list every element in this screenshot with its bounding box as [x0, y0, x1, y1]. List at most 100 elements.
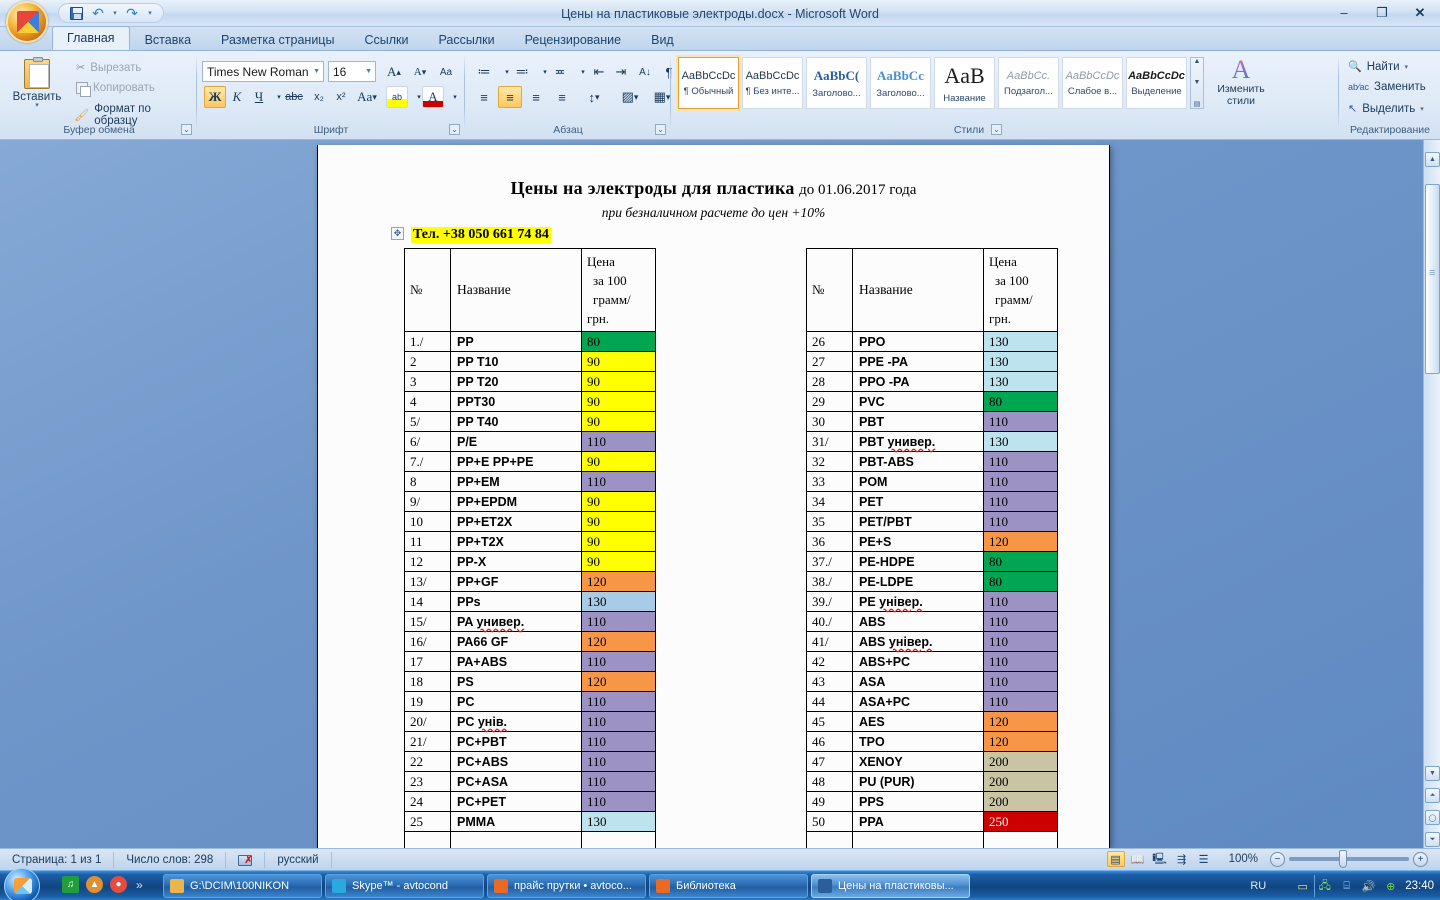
redo-button[interactable]: ↷	[123, 5, 141, 21]
style-subtitle[interactable]: AaBbCc. Подзагол...	[998, 57, 1059, 109]
table-row[interactable]: 50 PPA 250	[806, 811, 1058, 832]
align-right-button[interactable]: ≡	[524, 86, 548, 108]
borders-button[interactable]: ▦ ▾	[648, 86, 676, 108]
replace-button[interactable]: ab⁄ac Заменить	[1348, 81, 1426, 93]
table-row[interactable]: 4 PPT30 90	[404, 391, 656, 412]
tab-home[interactable]: Главная	[52, 26, 130, 50]
maximize-button[interactable]: ❐	[1368, 3, 1396, 22]
media-icon[interactable]: ♫	[62, 876, 79, 893]
table-row[interactable]: 19 PC 110	[404, 691, 656, 712]
grow-font-button[interactable]: A ▴	[382, 61, 406, 83]
style-title[interactable]: AaB Название	[934, 57, 995, 109]
zoom-slider[interactable]	[1289, 850, 1409, 868]
style-heading-2[interactable]: AaBbCc Заголово...	[870, 57, 931, 109]
bold-button[interactable]: Ж	[204, 86, 226, 108]
table-row[interactable]: 41/ABS універ. 110	[806, 631, 1058, 652]
document-canvas[interactable]: Цены на электроды для пластика до 01.06.…	[0, 140, 1440, 848]
text-highlight-button[interactable]: ab	[386, 86, 408, 108]
table-row[interactable]: 27 PPE -PA 130	[806, 351, 1058, 372]
increase-indent-button[interactable]: ⇥	[610, 61, 632, 83]
start-button[interactable]	[4, 868, 40, 900]
price-table-right[interactable]: № Название Цена за 100 грамм/ грн. 26 PPO…	[806, 248, 1058, 848]
view-draft-button[interactable]: ☰	[1195, 851, 1213, 867]
font-dialog-launcher[interactable]: ⌄	[449, 124, 460, 135]
table-row[interactable]: 23 PC+ASA 110	[404, 771, 656, 792]
taskbar-button[interactable]: Цены на пластиковы...	[811, 874, 970, 898]
underline-button[interactable]: Ч	[248, 86, 270, 108]
table-row[interactable]: 36 PE+S 120	[806, 531, 1058, 552]
italic-button[interactable]: К	[226, 86, 248, 108]
language-indicator[interactable]: русский	[265, 851, 332, 868]
table-row[interactable]: 18 PS 120	[404, 671, 656, 692]
style-emphasis[interactable]: AaBbCcDc Выделение	[1126, 57, 1187, 109]
table-row[interactable]: 45 AES 120	[806, 711, 1058, 732]
table-row[interactable]: 39./PE універ. 110	[806, 591, 1058, 612]
tab-references[interactable]: Ссылки	[349, 28, 423, 50]
table-row[interactable]: 38./PE-LDPE 80	[806, 571, 1058, 592]
table-move-handle[interactable]: ✥	[391, 227, 404, 240]
style-no-spacing[interactable]: AaBbCcDc ¶ Без инте...	[742, 57, 803, 109]
table-row[interactable]	[404, 831, 656, 848]
table-row[interactable]: 29 PVC 80	[806, 391, 1058, 412]
select-button[interactable]: ↖ Выделить ▾	[1348, 102, 1424, 116]
zoom-slider-handle[interactable]	[1339, 850, 1347, 868]
zoom-in-button[interactable]: +	[1413, 851, 1428, 867]
next-page-button[interactable]: ⏷	[1425, 832, 1440, 847]
font-color-dropdown[interactable]: ▾	[444, 86, 466, 108]
table-row[interactable]: 9/PP+EPDM 90	[404, 491, 656, 512]
table-row[interactable]: 20/PC унів. 110	[404, 711, 656, 732]
tab-mailings[interactable]: Рассылки	[423, 28, 509, 50]
table-row[interactable]: 7./PP+E PP+PE 90	[404, 451, 656, 472]
table-row[interactable]: 44 ASA+PC 110	[806, 691, 1058, 712]
table-row[interactable]: 31/PBT универ. 130	[806, 431, 1058, 452]
table-row[interactable]: 48 PU (PUR) 200	[806, 771, 1058, 792]
table-row[interactable]: 46 TPO 120	[806, 731, 1058, 752]
page-indicator[interactable]: Страница: 1 из 1	[0, 851, 115, 868]
change-case-button[interactable]: Aa ▾	[354, 86, 380, 108]
table-row[interactable]: 32 PBT-ABS 110	[806, 451, 1058, 472]
zoom-level[interactable]: 100%	[1229, 853, 1258, 865]
table-row[interactable]: 5/PP T40 90	[404, 411, 656, 432]
superscript-button[interactable]: x²	[330, 86, 352, 108]
table-row[interactable]	[806, 831, 1058, 848]
undo-dropdown[interactable]: ▾	[111, 5, 119, 21]
close-button[interactable]: ✕	[1406, 3, 1434, 22]
word-count[interactable]: Число слов: 298	[114, 851, 227, 868]
styles-gallery-scrollbar[interactable]: ▲ ▼ ▤	[1190, 57, 1204, 109]
table-row[interactable]: 30 PBT 110	[806, 411, 1058, 432]
align-center-button[interactable]: ≡	[498, 86, 522, 108]
table-row[interactable]: 34 PET 110	[806, 491, 1058, 512]
paste-button[interactable]: Вставить ▾	[12, 57, 62, 119]
table-row[interactable]: 10 PP+ET2X 90	[404, 511, 656, 532]
table-row[interactable]: 26 PPO 130	[806, 331, 1058, 352]
sort-button[interactable]: A↓	[634, 61, 656, 83]
clock[interactable]: 23:40	[1405, 880, 1434, 892]
network-icon[interactable]: 🖧	[1317, 879, 1332, 894]
strikethrough-button[interactable]: abc	[282, 86, 306, 108]
table-row[interactable]: 21/PC+PBT 110	[404, 731, 656, 752]
table-row[interactable]: 1./PP 80	[404, 331, 656, 352]
table-row[interactable]: 13/PP+GF 120	[404, 571, 656, 592]
volume-icon[interactable]: 🔊	[1361, 879, 1376, 894]
table-row[interactable]: 37./PE-HDPE 80	[806, 551, 1058, 572]
table-row[interactable]: 15/PA универ. 110	[404, 611, 656, 632]
find-button[interactable]: 🔍 Найти ▾	[1348, 60, 1408, 74]
table-row[interactable]: 14 PPs 130	[404, 591, 656, 612]
cut-button[interactable]: ✂ Вырезать	[76, 61, 141, 75]
taskbar-button[interactable]: Библиотека	[649, 874, 808, 898]
taskbar-button[interactable]: прайс прутки • avtoco...	[487, 874, 646, 898]
alert-icon[interactable]: ▲	[86, 876, 103, 893]
tab-insert[interactable]: Вставка	[130, 28, 206, 50]
view-print-layout-button[interactable]: ▤	[1106, 851, 1125, 867]
table-row[interactable]: 28 PPO -PA 130	[806, 371, 1058, 392]
usb-icon[interactable]: ⌸	[1339, 879, 1354, 894]
minimize-button[interactable]: –	[1330, 3, 1358, 22]
view-full-screen-reading-button[interactable]: 📖	[1129, 851, 1147, 867]
line-spacing-button[interactable]: ↕ ▾	[580, 86, 608, 108]
font-size-input[interactable]: 16 ▼	[328, 61, 376, 82]
chrome-icon[interactable]: ●	[110, 876, 127, 893]
zoom-out-button[interactable]: −	[1270, 851, 1285, 867]
table-row[interactable]: 24 PC+PET 110	[404, 791, 656, 812]
view-outline-button[interactable]: ⇶	[1173, 851, 1191, 867]
table-row[interactable]: 42 ABS+PC 110	[806, 651, 1058, 672]
